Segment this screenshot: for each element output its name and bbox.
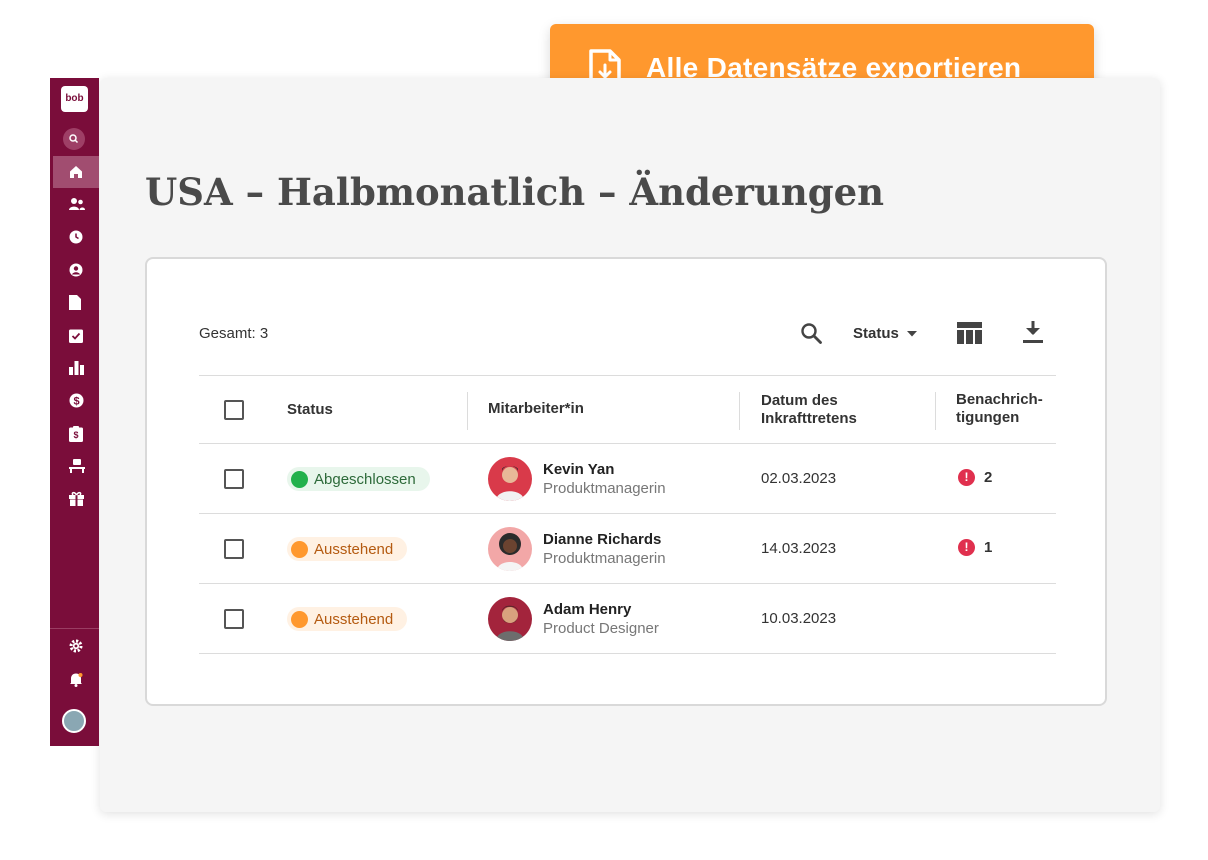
- status-dot: [291, 540, 308, 558]
- people-icon: [69, 198, 85, 210]
- alert-icon: !: [958, 539, 975, 556]
- header-employee[interactable]: Mitarbeiter*in: [488, 400, 584, 418]
- total-count: Gesamt: 3: [199, 325, 269, 342]
- avatar[interactable]: [488, 457, 532, 501]
- row-checkbox[interactable]: [224, 609, 244, 629]
- clipboard-check-icon: [69, 329, 83, 343]
- download-icon: [1023, 321, 1043, 343]
- clipboard-icon: $: [69, 426, 83, 442]
- notification-count[interactable]: ! 2: [958, 469, 992, 486]
- sidebar-item-clipboard[interactable]: $: [53, 417, 99, 449]
- employee-role: Produktmanagerin: [543, 550, 666, 567]
- page-title: USA – Halbmonatlich – Änderungen: [145, 170, 885, 214]
- header-notifications[interactable]: Benachrich-tigungen: [956, 391, 1056, 427]
- effective-date: 14.03.2023: [761, 540, 837, 557]
- header-status[interactable]: Status: [287, 401, 333, 419]
- select-all-checkbox[interactable]: [224, 400, 244, 420]
- employee-name: Kevin Yan: [543, 461, 615, 478]
- table-row[interactable]: Ausstehend Adam Henry Product Designer 1…: [199, 584, 1056, 654]
- sidebar-divider: [50, 628, 99, 629]
- status-dot: [291, 470, 308, 488]
- sidebar-item-notifications[interactable]: [53, 663, 99, 695]
- table-header: Status Mitarbeiter*in Datum des Inkraftt…: [199, 375, 1056, 444]
- sidebar-item-time[interactable]: [53, 221, 99, 253]
- avatar[interactable]: [488, 527, 532, 571]
- user-circle-icon: [69, 263, 83, 277]
- table-row[interactable]: Abgeschlossen Kevin Yan Produktmanagerin…: [199, 444, 1056, 514]
- clock-icon: [69, 230, 83, 244]
- bob-logo[interactable]: bob: [61, 86, 88, 112]
- employee-name: Adam Henry: [543, 601, 632, 618]
- sidebar-item-analytics[interactable]: [53, 352, 99, 384]
- gear-icon: [69, 639, 83, 653]
- search-icon[interactable]: [63, 128, 85, 150]
- svg-text:$: $: [73, 430, 78, 440]
- table-row[interactable]: Ausstehend Dianne Richards Produktmanage…: [199, 514, 1056, 584]
- sidebar-item-people[interactable]: [53, 188, 99, 220]
- header-separator: [739, 392, 740, 430]
- document-icon: [69, 295, 81, 310]
- changes-card: Gesamt: 3 Status Status Mitarbeiter*in D…: [145, 257, 1107, 706]
- status-badge: Ausstehend: [287, 607, 408, 631]
- employee-name: Dianne Richards: [543, 531, 662, 548]
- status-filter-dropdown[interactable]: Status: [853, 325, 917, 342]
- avatar[interactable]: [488, 597, 532, 641]
- user-avatar[interactable]: [62, 709, 86, 733]
- effective-date: 10.03.2023: [761, 610, 837, 627]
- dollar-icon: $: [69, 393, 84, 408]
- notification-number: 2: [984, 469, 993, 486]
- alert-icon: !: [958, 469, 975, 486]
- sidebar-item-profile[interactable]: [53, 254, 99, 286]
- row-checkbox[interactable]: [224, 469, 244, 489]
- sidebar-item-documents[interactable]: [53, 286, 99, 318]
- header-effective-date[interactable]: Datum des Inkrafttretens: [761, 392, 891, 428]
- sidebar-item-benefits[interactable]: [53, 482, 99, 514]
- notification-number: 1: [984, 539, 993, 556]
- home-icon: [70, 166, 82, 178]
- changes-table: Status Mitarbeiter*in Datum des Inkraftt…: [199, 375, 1056, 654]
- status-dot: [291, 610, 308, 628]
- column-settings-button[interactable]: [957, 322, 982, 349]
- effective-date: 02.03.2023: [761, 470, 837, 487]
- table-columns-icon: [957, 322, 982, 344]
- status-label: Abgeschlossen: [314, 470, 416, 488]
- header-separator: [467, 392, 468, 430]
- sidebar-item-home[interactable]: [53, 156, 99, 188]
- employee-role: Produktmanagerin: [543, 480, 666, 497]
- svg-text:$: $: [73, 396, 79, 408]
- status-label: Ausstehend: [314, 610, 394, 628]
- row-checkbox[interactable]: [224, 539, 244, 559]
- bell-icon: [70, 673, 83, 687]
- header-separator: [935, 392, 936, 430]
- status-filter-label: Status: [853, 325, 899, 342]
- sidebar-item-workspace[interactable]: [53, 450, 99, 482]
- download-button[interactable]: [1023, 320, 1043, 349]
- sidebar-item-payroll[interactable]: $: [53, 384, 99, 416]
- status-badge: Abgeschlossen: [287, 467, 430, 491]
- desk-icon: [69, 459, 85, 473]
- caret-down-icon: [906, 330, 917, 336]
- sidebar-item-settings[interactable]: [53, 630, 99, 662]
- status-label: Ausstehend: [314, 540, 394, 558]
- employee-role: Product Designer: [543, 620, 659, 637]
- sidebar: bob $ $: [50, 78, 99, 746]
- sidebar-item-tasks[interactable]: [53, 319, 99, 351]
- search-icon: [801, 323, 822, 344]
- gift-icon: [69, 491, 84, 506]
- bar-chart-icon: [69, 361, 84, 375]
- notification-count[interactable]: ! 1: [958, 539, 992, 556]
- status-badge: Ausstehend: [287, 537, 408, 561]
- table-search-button[interactable]: [799, 321, 823, 350]
